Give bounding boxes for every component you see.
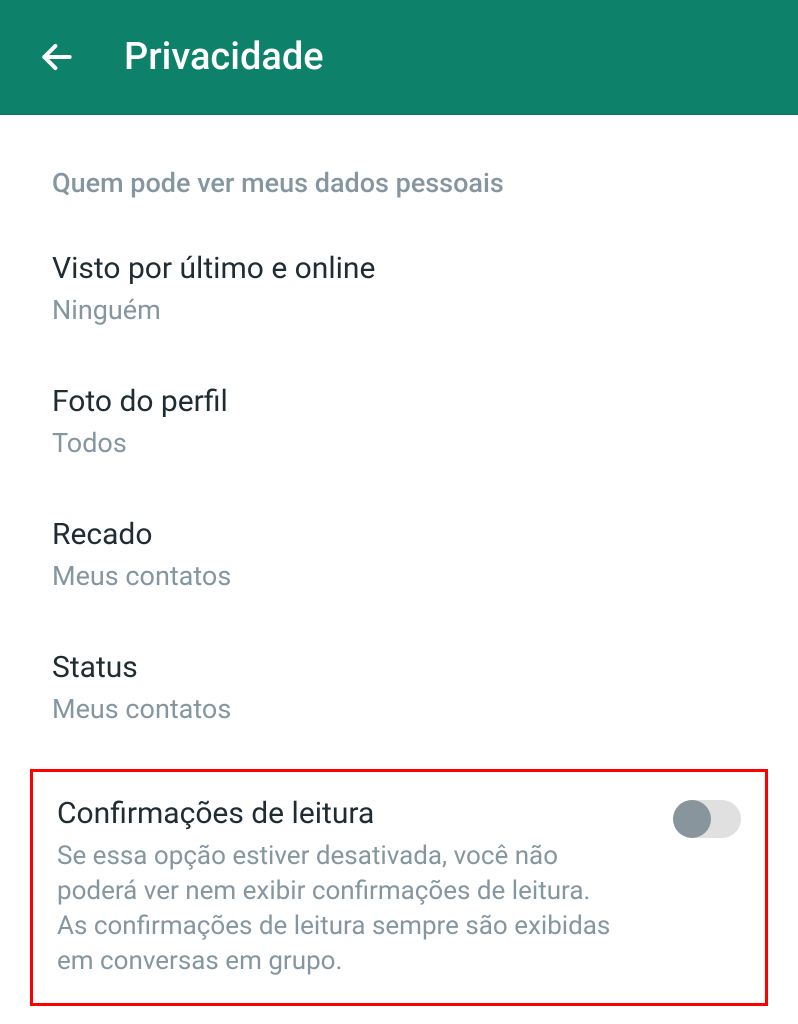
setting-value: Meus contatos — [52, 693, 746, 725]
setting-content: Confirmações de leitura Se essa opção es… — [57, 796, 653, 979]
page-title: Privacidade — [124, 35, 324, 79]
highlight-box: Confirmações de leitura Se essa opção es… — [30, 769, 768, 1006]
read-receipts-toggle[interactable] — [673, 800, 741, 838]
setting-read-receipts[interactable]: Confirmações de leitura Se essa opção es… — [33, 772, 765, 1003]
setting-value: Todos — [52, 427, 746, 459]
setting-last-seen[interactable]: Visto por último e online Ninguém — [0, 221, 798, 354]
setting-title: Visto por último e online — [52, 251, 746, 286]
app-header: Privacidade — [0, 0, 798, 115]
setting-status[interactable]: Status Meus contatos — [0, 620, 798, 753]
setting-title: Confirmações de leitura — [57, 796, 653, 831]
setting-value: Meus contatos — [52, 560, 746, 592]
settings-content: Quem pode ver meus dados pessoais Visto … — [0, 115, 798, 1006]
toggle-thumb — [673, 800, 711, 838]
setting-about[interactable]: Recado Meus contatos — [0, 487, 798, 620]
setting-profile-photo[interactable]: Foto do perfil Todos — [0, 354, 798, 487]
back-arrow-icon[interactable] — [38, 38, 76, 76]
setting-value: Ninguém — [52, 294, 746, 326]
setting-title: Status — [52, 650, 746, 685]
setting-title: Recado — [52, 517, 746, 552]
setting-description: Se essa opção estiver desativada, você n… — [57, 839, 617, 979]
section-header: Quem pode ver meus dados pessoais — [0, 115, 798, 221]
setting-title: Foto do perfil — [52, 384, 746, 419]
